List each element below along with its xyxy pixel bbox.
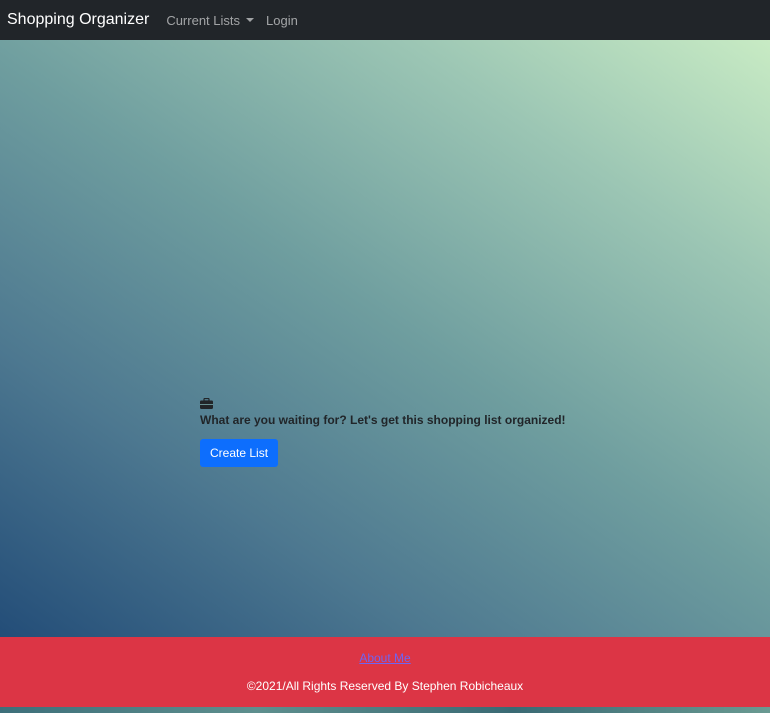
call-to-action: What are you waiting for? Let's get this… bbox=[200, 398, 620, 467]
top-navbar: Shopping Organizer Current Lists Login bbox=[0, 0, 770, 40]
cta-message: What are you waiting for? Let's get this… bbox=[200, 413, 566, 427]
page-footer: About Me ©2021/All Rights Reserved By St… bbox=[0, 637, 770, 707]
hero-section: What are you waiting for? Let's get this… bbox=[0, 40, 770, 637]
background-image-strip bbox=[0, 707, 770, 713]
copyright-text: ©2021/All Rights Reserved By Stephen Rob… bbox=[246, 679, 524, 693]
briefcase-icon bbox=[200, 398, 213, 409]
chevron-down-icon bbox=[246, 18, 255, 22]
create-list-button[interactable]: Create List bbox=[200, 439, 279, 467]
brand-link[interactable]: Shopping Organizer bbox=[7, 11, 149, 29]
about-me-link[interactable]: About Me bbox=[0, 651, 770, 665]
current-lists-dropdown[interactable]: Current Lists bbox=[166, 12, 255, 28]
login-link[interactable]: Login bbox=[266, 13, 298, 28]
current-lists-label: Current Lists bbox=[166, 12, 241, 28]
